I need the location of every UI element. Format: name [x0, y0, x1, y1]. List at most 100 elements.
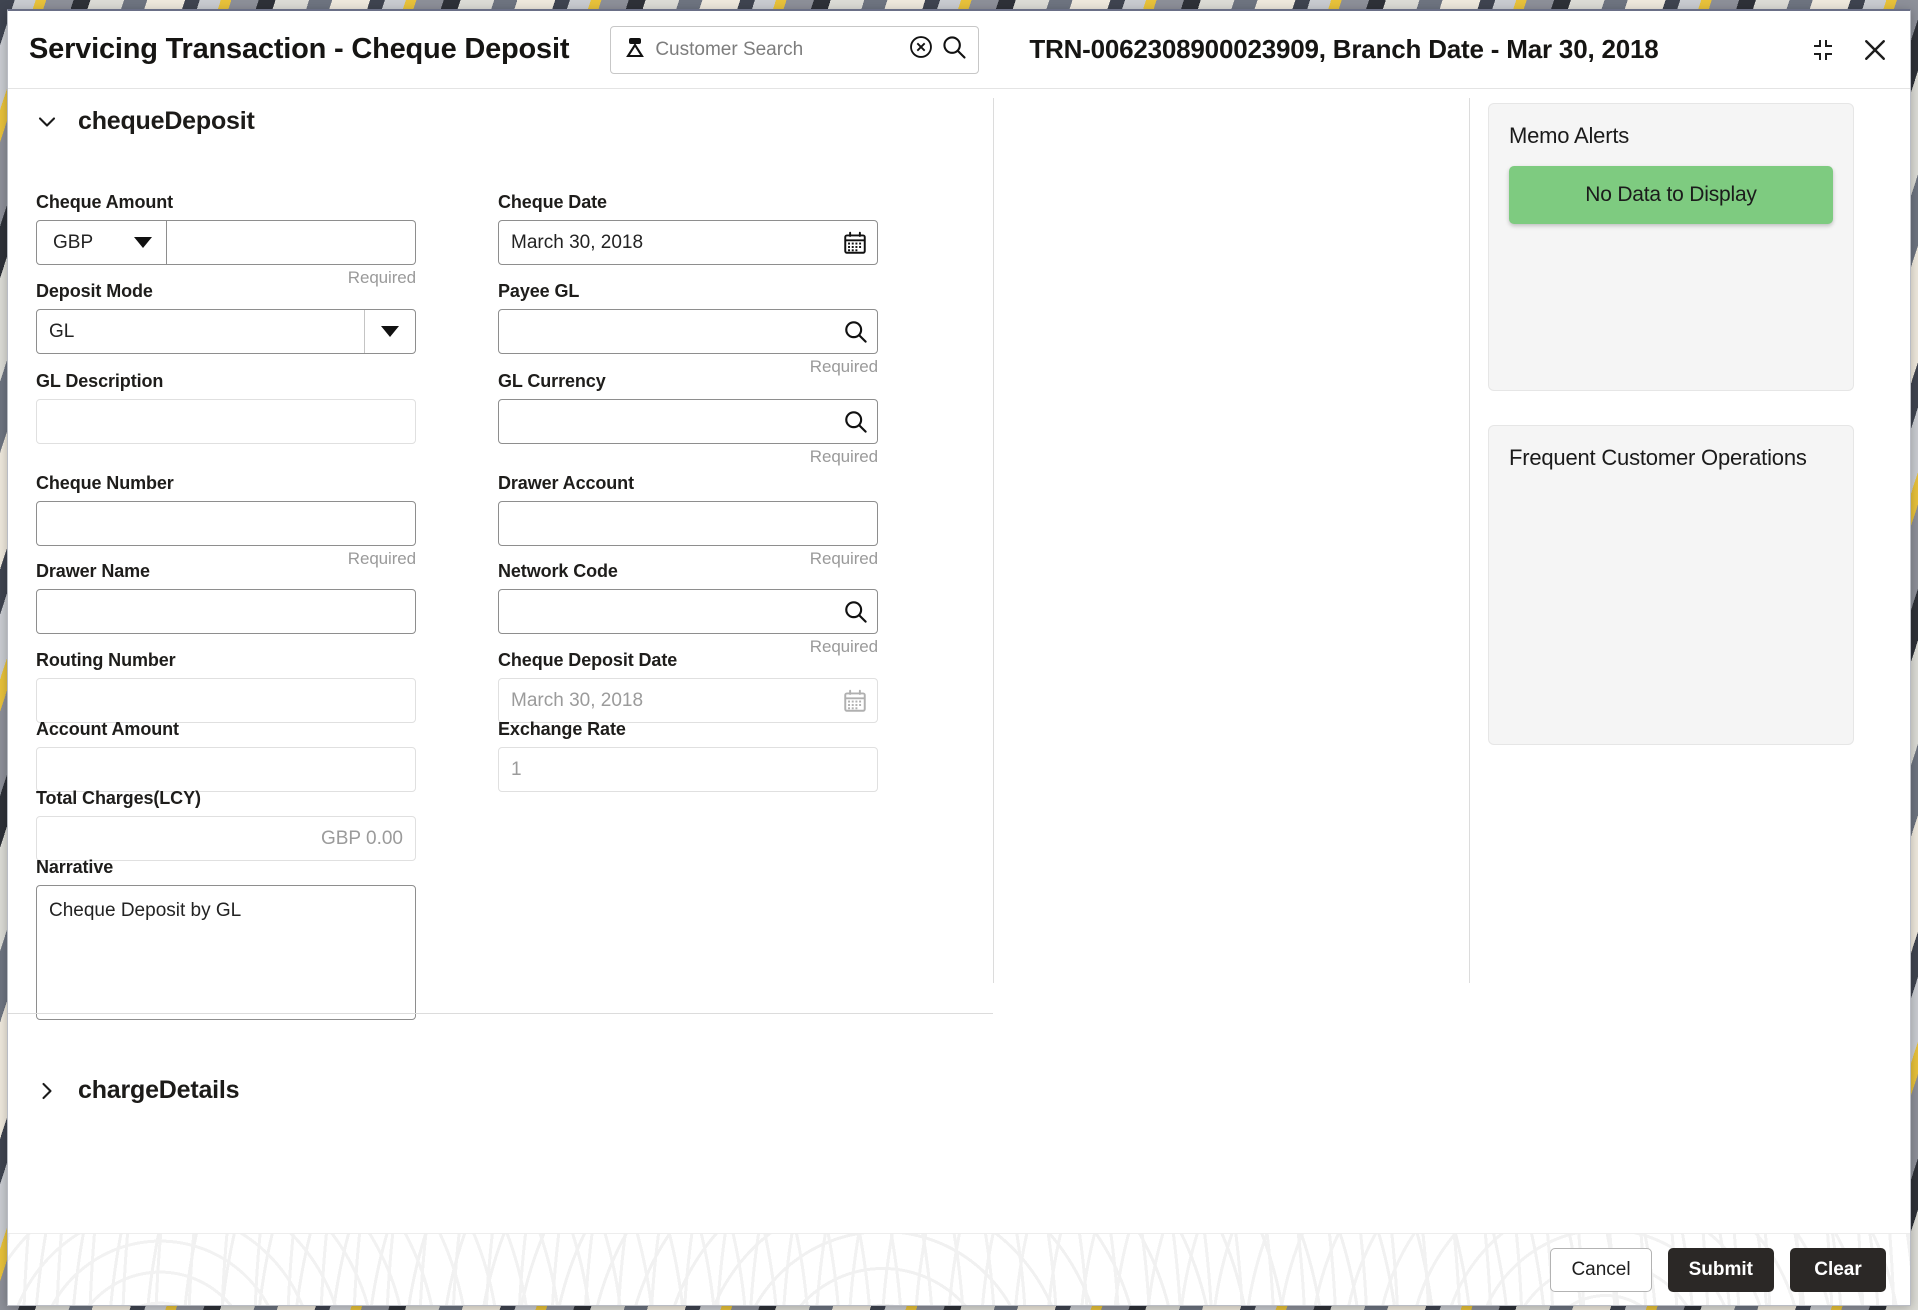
- person-icon: [623, 35, 647, 64]
- cheque-amount-input[interactable]: [167, 221, 415, 264]
- payee-gl-shell: [498, 309, 878, 354]
- label-gl-description: GL Description: [36, 371, 164, 391]
- center-empty-pane: [993, 98, 1470, 983]
- field-grid: Cheque Amount GBP Required Deposit Mode: [8, 156, 993, 1020]
- search-icon[interactable]: [940, 33, 968, 66]
- header-actions: [1808, 35, 1890, 65]
- account-amount-input[interactable]: [37, 748, 415, 791]
- label-narrative: Narrative: [36, 857, 114, 877]
- calendar-icon: [833, 679, 877, 722]
- frequent-customer-operations-title: Frequent Customer Operations: [1509, 445, 1807, 470]
- label-deposit-mode: Deposit Mode: [36, 281, 153, 301]
- cheque-amount-currency-select[interactable]: GBP: [36, 220, 167, 265]
- search-icon[interactable]: [833, 590, 877, 633]
- clear-button[interactable]: Clear: [1790, 1248, 1886, 1292]
- cheque-amount-row: GBP: [36, 220, 416, 265]
- search-icon[interactable]: [833, 310, 877, 353]
- side-pane: Memo Alerts No Data to Display Frequent …: [1470, 89, 1910, 1233]
- deposit-mode-select[interactable]: GL: [36, 309, 416, 354]
- caret-down-icon: [134, 237, 152, 248]
- memo-alerts-card: Memo Alerts No Data to Display: [1488, 103, 1854, 391]
- deposit-mode-caret: [364, 310, 415, 353]
- cancel-button[interactable]: Cancel: [1550, 1248, 1652, 1292]
- deposit-mode-value: GL: [49, 320, 75, 342]
- label-network-code: Network Code: [498, 561, 618, 581]
- modal-header: Servicing Transaction - Cheque Deposit C…: [8, 11, 1910, 89]
- field-drawer-account: Drawer Account Required: [498, 473, 878, 569]
- modal-footer: Cancel Submit Clear: [8, 1233, 1910, 1305]
- field-drawer-name: Drawer Name: [36, 561, 416, 634]
- gl-description-input[interactable]: [37, 400, 415, 443]
- transaction-reference: TRN-0062308900023909, Branch Date - Mar …: [1029, 34, 1659, 64]
- caret-down-icon: [381, 326, 399, 337]
- cheque-deposit-date-shell: [498, 678, 878, 723]
- cheque-number-shell: [36, 501, 416, 546]
- page-title: Servicing Transaction - Cheque Deposit: [29, 33, 570, 65]
- network-code-input[interactable]: [499, 590, 833, 633]
- label-gl-currency: GL Currency: [498, 371, 606, 391]
- field-narrative: Narrative Cheque Deposit by GL: [36, 857, 416, 1020]
- collapse-expand-icon[interactable]: [1808, 35, 1838, 65]
- customer-search-box[interactable]: [610, 25, 980, 74]
- label-routing-number: Routing Number: [36, 650, 176, 670]
- calendar-icon[interactable]: [833, 221, 877, 264]
- form-divider: [8, 1013, 993, 1014]
- field-total-charges-lcy: Total Charges(LCY): [36, 788, 416, 861]
- cheque-date-input[interactable]: [499, 221, 833, 264]
- label-cheque-amount: Cheque Amount: [36, 192, 174, 212]
- customer-search-input[interactable]: [653, 26, 903, 73]
- label-cheque-date: Cheque Date: [498, 192, 607, 212]
- cheque-amount-input-wrap: [167, 220, 416, 265]
- field-deposit-mode: Deposit Mode GL: [36, 281, 416, 354]
- account-amount-shell: [36, 747, 416, 792]
- field-gl-description: GL Description: [36, 371, 416, 444]
- section-title-charge-details: chargeDetails: [78, 1076, 240, 1104]
- clear-circle-icon[interactable]: [908, 34, 934, 65]
- chevron-right-icon: [36, 1080, 58, 1102]
- field-cheque-deposit-date: Cheque Deposit Date: [498, 650, 878, 723]
- narrative-textarea[interactable]: Cheque Deposit by GL: [37, 886, 415, 1019]
- cheque-number-input[interactable]: [37, 502, 415, 545]
- search-icon[interactable]: [833, 400, 877, 443]
- label-account-amount: Account Amount: [36, 719, 179, 739]
- field-exchange-rate: Exchange Rate: [498, 719, 878, 792]
- drawer-name-input[interactable]: [37, 590, 415, 633]
- total-charges-lcy-shell: [36, 816, 416, 861]
- field-network-code: Network Code Required: [498, 561, 878, 657]
- label-payee-gl: Payee GL: [498, 281, 580, 301]
- routing-number-input[interactable]: [37, 679, 415, 722]
- frequent-customer-operations-card: Frequent Customer Operations: [1488, 425, 1854, 745]
- gl-currency-shell: [498, 399, 878, 444]
- network-code-shell: [498, 589, 878, 634]
- section-title-cheque-deposit: chequeDeposit: [78, 107, 255, 135]
- required-note-gl-currency: Required: [809, 447, 878, 466]
- cheque-amount-currency-value: GBP: [53, 231, 94, 253]
- modal-body: chequeDeposit Cheque Amount GBP Required…: [8, 89, 1910, 1233]
- label-exchange-rate: Exchange Rate: [498, 719, 626, 739]
- field-cheque-date: Cheque Date: [498, 192, 878, 265]
- close-icon[interactable]: [1860, 35, 1890, 65]
- drawer-name-shell: [36, 589, 416, 634]
- drawer-account-input[interactable]: [499, 502, 877, 545]
- memo-alerts-title: Memo Alerts: [1509, 123, 1630, 148]
- gl-description-shell: [36, 399, 416, 444]
- cheque-date-shell: [498, 220, 878, 265]
- exchange-rate-input: [499, 748, 877, 791]
- gl-currency-input[interactable]: [499, 400, 833, 443]
- cheque-deposit-date-input: [499, 679, 833, 722]
- submit-button[interactable]: Submit: [1667, 1248, 1774, 1292]
- exchange-rate-shell: [498, 747, 878, 792]
- section-header-cheque-deposit[interactable]: chequeDeposit: [36, 107, 993, 136]
- drawer-account-shell: [498, 501, 878, 546]
- payee-gl-input[interactable]: [499, 310, 833, 353]
- label-cheque-number: Cheque Number: [36, 473, 174, 493]
- total-charges-lcy-input: [37, 817, 415, 860]
- field-cheque-number: Cheque Number Required: [36, 473, 416, 569]
- field-gl-currency: GL Currency Required: [498, 371, 878, 467]
- routing-number-shell: [36, 678, 416, 723]
- transaction-modal-window: Servicing Transaction - Cheque Deposit C…: [7, 9, 1911, 1306]
- label-cheque-deposit-date: Cheque Deposit Date: [498, 650, 678, 670]
- chevron-down-icon: [36, 111, 58, 133]
- section-header-charge-details[interactable]: chargeDetails: [36, 1076, 993, 1105]
- field-routing-number: Routing Number: [36, 650, 416, 723]
